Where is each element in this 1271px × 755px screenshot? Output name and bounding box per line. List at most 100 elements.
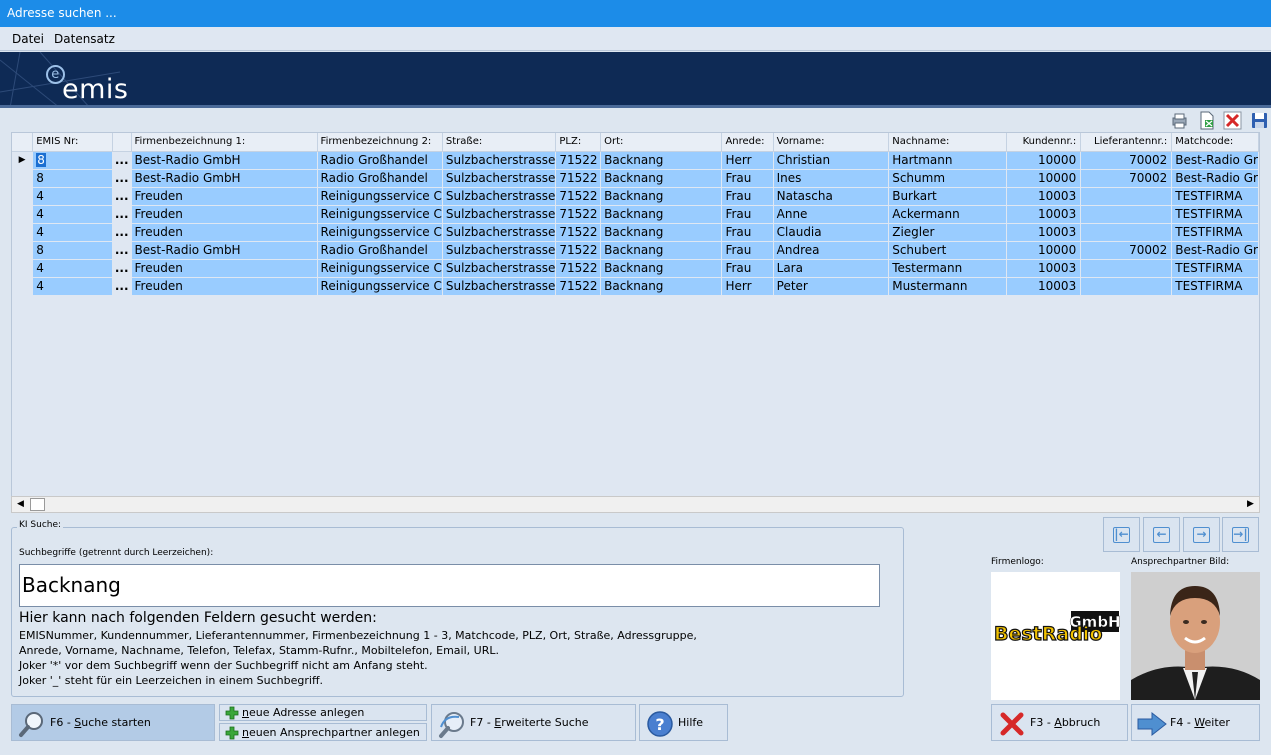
cell-firma2[interactable]: Radio Großhandel xyxy=(317,169,443,188)
row-indicator[interactable] xyxy=(12,169,34,188)
cell-lieferantennr[interactable] xyxy=(1080,223,1173,242)
row-indicator[interactable] xyxy=(12,205,34,224)
header-strasse[interactable]: Straße: xyxy=(442,133,557,152)
search-input[interactable]: Backnang xyxy=(19,564,880,607)
cell-matchcode[interactable]: Best-Radio Gr xyxy=(1171,151,1259,170)
cell-firma2[interactable]: Reinigungsservice C xyxy=(317,259,443,278)
cell-firma2[interactable]: Radio Großhandel xyxy=(317,241,443,260)
cell-lieferantennr[interactable] xyxy=(1080,205,1173,224)
cell-dots[interactable]: ... xyxy=(112,151,132,170)
cell-lieferantennr[interactable] xyxy=(1080,187,1173,206)
cell-plz[interactable]: 71522 xyxy=(555,277,602,296)
table-row[interactable]: 4... Freuden Reinigungsservice C Sulzbacher… xyxy=(12,223,1259,242)
cell-ort[interactable]: Backnang xyxy=(600,151,723,170)
cell-kundennr[interactable]: 10000 xyxy=(1006,241,1082,260)
cell-firma2[interactable]: Radio Großhandel xyxy=(317,151,443,170)
cell-vorname[interactable]: Natascha xyxy=(773,187,890,206)
cell-dots[interactable]: ... xyxy=(112,205,132,224)
cell-emis-nr[interactable]: 4 xyxy=(32,223,113,242)
cell-ort[interactable]: Backnang xyxy=(600,187,723,206)
row-indicator[interactable] xyxy=(12,259,34,278)
cell-plz[interactable]: 71522 xyxy=(555,205,602,224)
start-search-button[interactable]: F6 - Suche starten xyxy=(11,704,215,741)
cell-dots[interactable]: ... xyxy=(112,223,132,242)
cell-anrede[interactable]: Frau xyxy=(721,187,774,206)
cell-plz[interactable]: 71522 xyxy=(555,241,602,260)
cell-anrede[interactable]: Frau xyxy=(721,205,774,224)
cell-firma2[interactable]: Reinigungsservice C xyxy=(317,277,443,296)
cell-firma1[interactable]: Best-Radio GmbH xyxy=(131,151,318,170)
header-dots[interactable] xyxy=(112,133,132,152)
table-row[interactable]: 4... Freuden Reinigungsservice C Sulzbacher… xyxy=(12,187,1259,206)
table-row[interactable]: 4... Freuden Reinigungsservice C Sulzbacher… xyxy=(12,277,1259,296)
scroll-right-icon[interactable]: ▶ xyxy=(1242,497,1259,512)
export-icon[interactable] xyxy=(1197,111,1216,130)
cell-lieferantennr[interactable]: 70002 xyxy=(1080,151,1173,170)
cell-emis-nr[interactable]: 4 xyxy=(32,205,113,224)
next-record-button[interactable]: → xyxy=(1183,517,1220,552)
table-row[interactable]: ▶ 8... Best-Radio GmbH Radio Großhandel Sulz… xyxy=(12,151,1259,170)
cell-vorname[interactable]: Andrea xyxy=(773,241,890,260)
cell-nachname[interactable]: Ackermann xyxy=(888,205,1007,224)
row-indicator[interactable] xyxy=(12,241,34,260)
cell-vorname[interactable]: Christian xyxy=(773,151,890,170)
table-row[interactable]: 4... Freuden Reinigungsservice C Sulzbacher… xyxy=(12,205,1259,224)
cell-anrede[interactable]: Herr xyxy=(721,277,774,296)
cell-plz[interactable]: 71522 xyxy=(555,187,602,206)
cancel-button[interactable]: F3 - Abbruch xyxy=(991,704,1128,741)
cell-emis-nr[interactable]: 4 xyxy=(32,259,113,278)
last-record-button[interactable]: →| xyxy=(1222,517,1259,552)
cell-anrede[interactable]: Herr xyxy=(721,151,774,170)
cell-kundennr[interactable]: 10003 xyxy=(1006,205,1082,224)
cell-kundennr[interactable]: 10003 xyxy=(1006,187,1082,206)
cell-firma1[interactable]: Best-Radio GmbH xyxy=(131,241,318,260)
cell-kundennr[interactable]: 10000 xyxy=(1006,169,1082,188)
delete-icon[interactable] xyxy=(1223,111,1242,130)
cell-matchcode[interactable]: TESTFIRMA xyxy=(1171,205,1259,224)
cell-firma1[interactable]: Freuden xyxy=(131,277,318,296)
cell-firma1[interactable]: Freuden xyxy=(131,187,318,206)
table-row[interactable]: 8... Best-Radio GmbH Radio Großhandel Sulzb… xyxy=(12,169,1259,188)
cell-nachname[interactable]: Schubert xyxy=(888,241,1007,260)
cell-ort[interactable]: Backnang xyxy=(600,205,723,224)
cell-strasse[interactable]: Sulzbacherstrasse xyxy=(442,169,557,188)
table-row[interactable]: 4... Freuden Reinigungsservice C Sulzbacher… xyxy=(12,259,1259,278)
cell-lieferantennr[interactable]: 70002 xyxy=(1080,169,1173,188)
cell-nachname[interactable]: Ziegler xyxy=(888,223,1007,242)
header-plz[interactable]: PLZ: xyxy=(555,133,602,152)
cell-nachname[interactable]: Testermann xyxy=(888,259,1007,278)
cell-firma2[interactable]: Reinigungsservice C xyxy=(317,223,443,242)
cell-nachname[interactable]: Mustermann xyxy=(888,277,1007,296)
cell-nachname[interactable]: Hartmann xyxy=(888,151,1007,170)
grid-horizontal-scrollbar[interactable]: ◀ ▶ xyxy=(11,496,1260,513)
cell-kundennr[interactable]: 10003 xyxy=(1006,259,1082,278)
row-indicator[interactable] xyxy=(12,277,34,296)
header-firma2[interactable]: Firmenbezeichnung 2: xyxy=(317,133,443,152)
cell-vorname[interactable]: Ines xyxy=(773,169,890,188)
new-address-button[interactable]: neue Adresse anlegen xyxy=(219,704,427,721)
print-icon[interactable] xyxy=(1170,111,1189,130)
cell-emis-nr[interactable]: 8 xyxy=(32,169,113,188)
header-emis-nr[interactable]: EMIS Nr: xyxy=(32,133,113,152)
header-lieferantennr[interactable]: Lieferantennr.: xyxy=(1080,133,1173,152)
header-kundennr[interactable]: Kundennr.: xyxy=(1006,133,1082,152)
cell-matchcode[interactable]: TESTFIRMA xyxy=(1171,223,1259,242)
cell-strasse[interactable]: Sulzbacherstrasse xyxy=(442,187,557,206)
cell-strasse[interactable]: Sulzbacherstrasse xyxy=(442,259,557,278)
extended-search-button[interactable]: F7 - Erweiterte Suche xyxy=(431,704,636,741)
cell-matchcode[interactable]: Best-Radio Gr xyxy=(1171,241,1259,260)
cell-emis-nr[interactable]: 8 xyxy=(32,151,113,170)
next-button[interactable]: F4 - Weiter xyxy=(1131,704,1260,741)
first-record-button[interactable]: |← xyxy=(1103,517,1140,552)
row-indicator[interactable] xyxy=(12,223,34,242)
scroll-thumb[interactable] xyxy=(30,498,45,511)
cell-vorname[interactable]: Lara xyxy=(773,259,890,278)
cell-ort[interactable]: Backnang xyxy=(600,241,723,260)
cell-ort[interactable]: Backnang xyxy=(600,169,723,188)
cell-ort[interactable]: Backnang xyxy=(600,277,723,296)
header-firma1[interactable]: Firmenbezeichnung 1: xyxy=(131,133,318,152)
header-ort[interactable]: Ort: xyxy=(600,133,723,152)
cell-nachname[interactable]: Burkart xyxy=(888,187,1007,206)
cell-firma1[interactable]: Best-Radio GmbH xyxy=(131,169,318,188)
cell-lieferantennr[interactable] xyxy=(1080,277,1173,296)
